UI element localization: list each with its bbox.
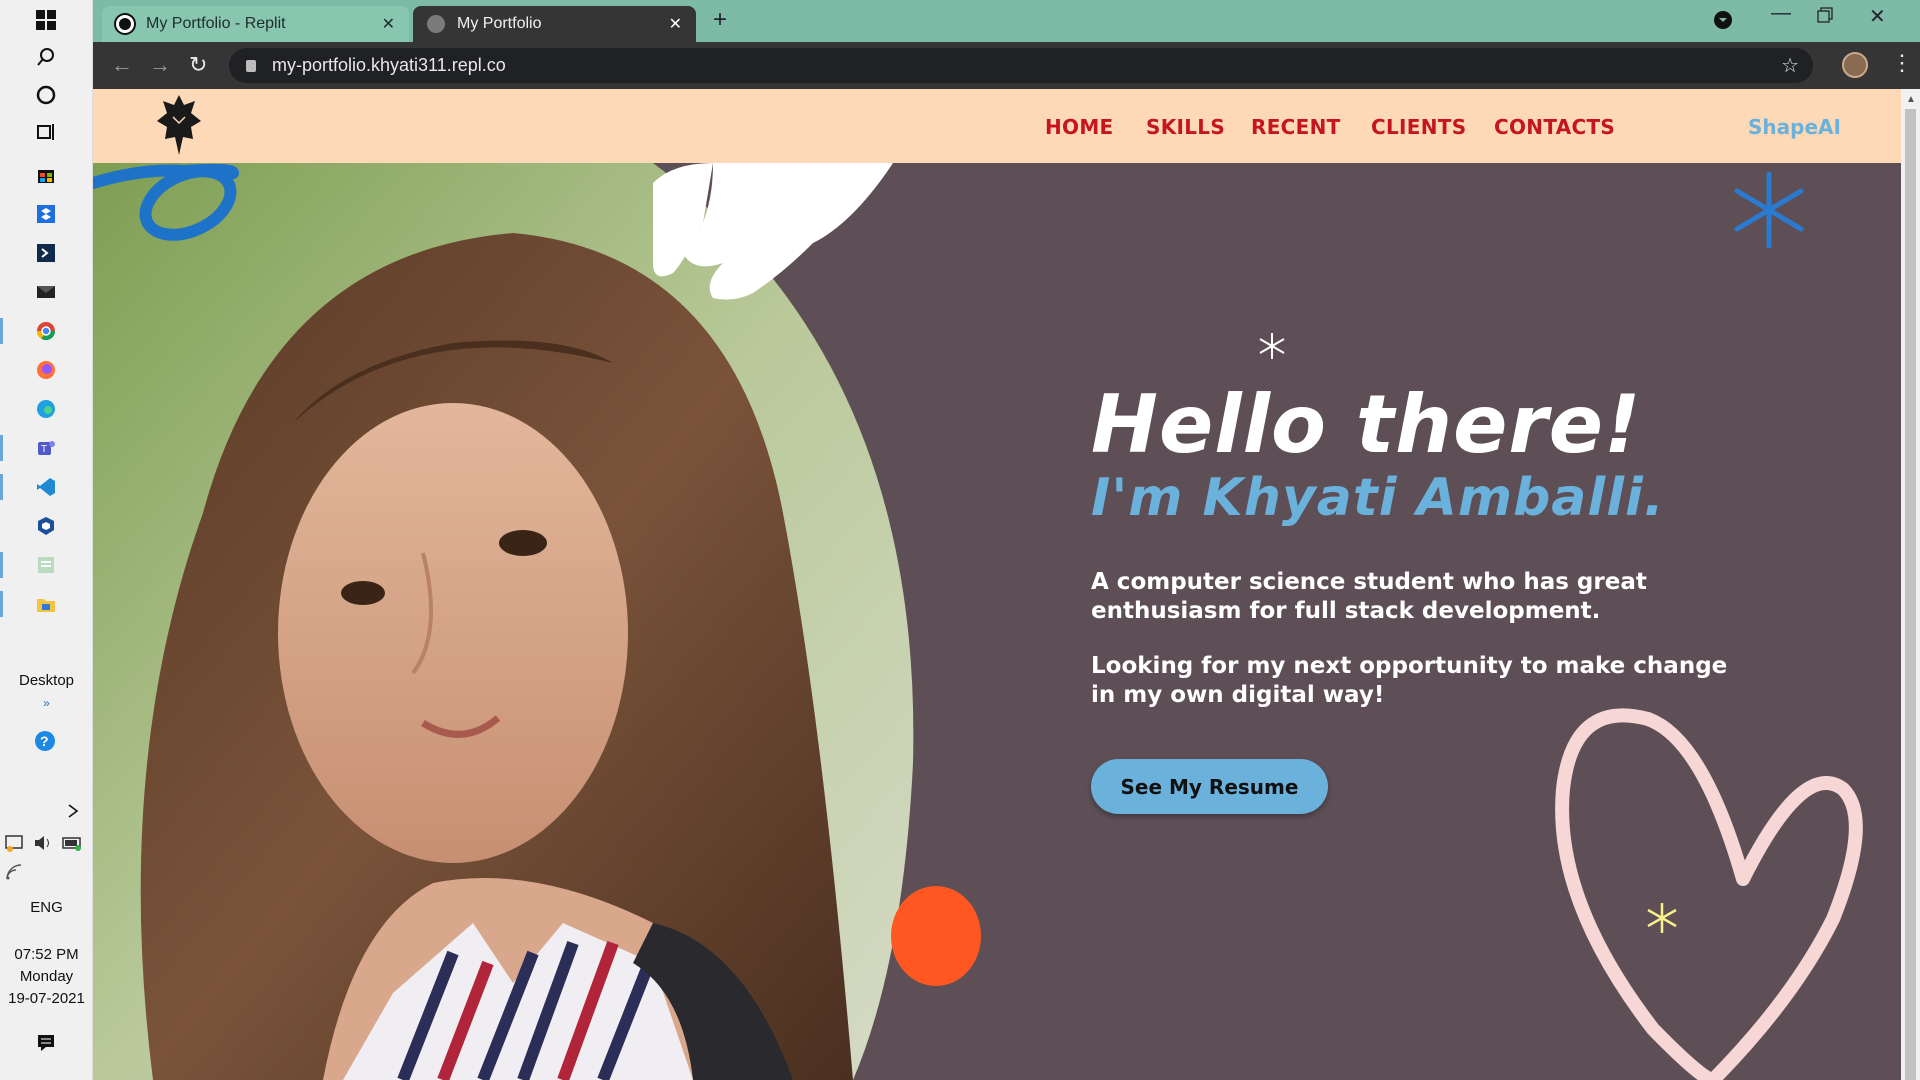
nav-home[interactable]: HOME	[1045, 115, 1114, 139]
see-resume-button[interactable]: See My Resume	[1091, 759, 1328, 814]
shapeai-link[interactable]: ShapeAI	[1748, 115, 1841, 139]
edge-icon[interactable]	[31, 394, 61, 424]
yellow-sparkle-doodle	[1647, 903, 1677, 933]
new-tab-icon[interactable]: +	[713, 6, 727, 34]
blue-asterisk-doodle	[1734, 171, 1804, 249]
svg-text:T: T	[41, 444, 47, 455]
nav-recent[interactable]: RECENT	[1251, 115, 1341, 139]
notification-center-icon[interactable]	[31, 1028, 61, 1058]
hero-name: I'm Khyati Amballi.	[1091, 468, 1665, 528]
chevron-right-icon[interactable]	[58, 796, 88, 826]
dropbox-icon[interactable]	[31, 199, 61, 229]
clock-date[interactable]: 19-07-2021	[0, 988, 93, 1010]
chevron-double-down-icon[interactable]: »	[0, 692, 93, 714]
teams-icon[interactable]: T	[0, 433, 61, 463]
volume-icon[interactable]	[28, 828, 58, 858]
desktop-label[interactable]: Desktop	[0, 670, 93, 692]
tab-search-icon[interactable]	[1713, 10, 1733, 36]
clock-time[interactable]: 07:52 PM	[0, 944, 93, 966]
scroll-up-icon[interactable]: ▲	[1906, 94, 1916, 105]
cortana-icon[interactable]	[31, 80, 61, 110]
svg-text:?: ?	[40, 733, 49, 749]
task-view-icon[interactable]	[31, 117, 61, 147]
tab-title: My Portfolio	[457, 15, 542, 32]
windows-taskbar: T Desktop » ? ENG 07:52 PM Monday 19-07-…	[0, 0, 93, 1080]
lock-icon[interactable]	[246, 59, 256, 72]
battery-icon[interactable]	[58, 828, 88, 858]
address-bar[interactable]: my-portfolio.khyati311.repl.co ☆	[229, 48, 1813, 83]
mail-icon[interactable]	[31, 276, 61, 306]
intro-paragraph: A computer science student who has great…	[1091, 569, 1647, 624]
file-explorer-icon[interactable]	[0, 589, 61, 619]
tab-my-portfolio[interactable]: My Portfolio ✕	[413, 6, 696, 42]
hero-greeting: Hello there!	[1091, 378, 1642, 471]
nav-clients[interactable]: CLIENTS	[1371, 115, 1466, 139]
globe-favicon-icon	[427, 15, 445, 33]
page-scrollbar[interactable]: ▲	[1901, 89, 1920, 1080]
white-sparkle-doodle	[1259, 333, 1285, 359]
language-indicator[interactable]: ENG	[0, 897, 93, 919]
help-icon[interactable]: ?	[31, 727, 61, 757]
forward-icon[interactable]: →	[149, 52, 171, 78]
tab-replit[interactable]: My Portfolio - Replit ✕	[102, 6, 409, 42]
nav-skills[interactable]: SKILLS	[1146, 115, 1225, 139]
portfolio-page: HOME SKILLS RECENT CLIENTS CONTACTS Shap…	[93, 89, 1901, 1080]
wifi-icon[interactable]	[0, 857, 30, 887]
scrollbar-thumb[interactable]	[1905, 109, 1916, 1080]
restore-icon[interactable]	[1817, 6, 1833, 29]
orange-blob	[891, 886, 981, 986]
windows-start-icon[interactable]	[31, 5, 61, 35]
goal-paragraph: Looking for my next opportunity to make …	[1091, 653, 1728, 708]
nav-contacts[interactable]: CONTACTS	[1494, 115, 1615, 139]
store-icon[interactable]	[31, 160, 61, 190]
profile-photo	[93, 163, 914, 1080]
virtualbox-icon[interactable]	[31, 511, 61, 541]
notepad-icon[interactable]	[0, 550, 61, 580]
bookmark-star-icon[interactable]: ☆	[1781, 53, 1799, 78]
clock-day[interactable]: Monday	[0, 966, 93, 988]
close-tab-icon[interactable]: ✕	[669, 14, 682, 34]
close-tab-icon[interactable]: ✕	[382, 14, 395, 34]
network-warning-icon[interactable]	[0, 828, 30, 858]
replit-favicon-icon	[116, 15, 134, 33]
search-icon[interactable]	[31, 42, 61, 72]
browser-toolbar: ← → ↻ my-portfolio.khyati311.repl.co ☆ ⋮	[93, 42, 1920, 89]
tab-title: My Portfolio - Replit	[146, 15, 286, 32]
reload-icon[interactable]: ↻	[189, 52, 207, 78]
url-text[interactable]: my-portfolio.khyati311.repl.co	[272, 55, 506, 76]
vscode-icon[interactable]	[0, 472, 61, 502]
wolf-logo-icon[interactable]	[153, 93, 205, 159]
chrome-icon[interactable]	[0, 316, 61, 346]
profile-avatar[interactable]	[1842, 52, 1868, 78]
close-window-icon[interactable]: ✕	[1869, 4, 1886, 29]
powershell-icon[interactable]	[31, 238, 61, 268]
back-icon[interactable]: ←	[111, 52, 133, 78]
browser-menu-icon[interactable]: ⋮	[1891, 50, 1913, 76]
site-header: HOME SKILLS RECENT CLIENTS CONTACTS Shap…	[93, 89, 1901, 163]
pink-heart-doodle	[1555, 708, 1863, 1080]
firefox-icon[interactable]	[31, 355, 61, 385]
browser-tab-strip: My Portfolio - Replit ✕ My Portfolio ✕ +…	[93, 0, 1920, 42]
minimize-icon[interactable]: —	[1771, 2, 1791, 25]
